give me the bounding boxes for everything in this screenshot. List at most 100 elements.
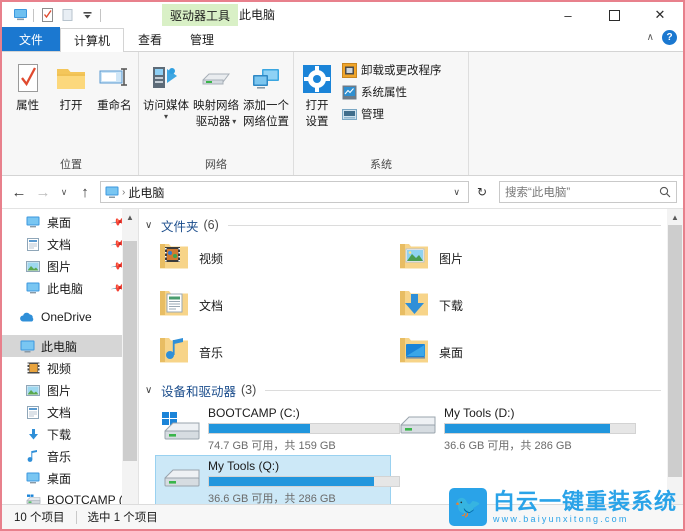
tab-computer[interactable]: 计算机 [60, 28, 125, 52]
nav-scroll-track[interactable] [122, 225, 138, 508]
list-item[interactable]: 下载 [397, 282, 637, 329]
group-title-folders: 文件夹 [161, 219, 199, 234]
sidebar-item-pictures-quick[interactable]: 图片 📌 [2, 255, 138, 277]
capacity-bar-fill [209, 477, 375, 486]
file-list-inner: ∨ 文件夹 (6) 视频 图片 文档 下载 音乐 桌面 ∨ 设备和驱动器 (3)… [139, 209, 683, 508]
list-item[interactable]: 音乐 [157, 329, 397, 376]
ribbon-group-network: 访问媒体 ▾ 映射网络 驱动器 ▾ 添加一个 网络位置 网络 [139, 52, 294, 175]
file-list-scrollbar[interactable]: ▲ ▼ [667, 209, 683, 524]
chevron-down-icon[interactable]: ∨ [145, 385, 156, 396]
nav-pane-scrollbar[interactable]: ▲ ▼ [122, 209, 138, 524]
search-input[interactable]: 搜索“此电脑” [505, 184, 659, 200]
ribbon-empty-space [469, 52, 683, 175]
access-media-button[interactable]: 访问媒体 ▾ [141, 57, 191, 121]
sidebar-item-this-pc[interactable]: 此电脑 [2, 335, 138, 357]
ribbon-group-network-label: 网络 [205, 159, 227, 171]
sidebar-item-label: 图片 [47, 259, 72, 274]
maximize-button[interactable] [591, 2, 637, 28]
add-network-location-button[interactable]: 添加一个 网络位置 [241, 57, 291, 129]
open-folder-icon [55, 61, 87, 97]
drive-free-space: 36.6 GB 可用，共 286 GB [444, 440, 572, 452]
properties-button[interactable]: 属性 [6, 57, 49, 113]
sidebar-item-label: 图片 [47, 383, 72, 398]
list-item[interactable]: BOOTCAMP (C:) 74.7 GB 可用，共 159 GB [155, 402, 400, 455]
breadcrumb-dropdown-icon[interactable]: ∨ [449, 187, 464, 198]
tab-manage[interactable]: 管理 [176, 27, 228, 51]
uninstall-program-button[interactable]: 卸载或更改程序 [338, 59, 446, 81]
nav-scroll-up-icon[interactable]: ▲ [122, 209, 138, 225]
back-button[interactable]: ← [8, 180, 30, 204]
file-list-view[interactable]: ∨ 文件夹 (6) 视频 图片 文档 下载 音乐 桌面 ∨ 设备和驱动器 (3)… [138, 209, 683, 524]
list-item[interactable]: My Tools (Q:) 36.6 GB 可用，共 286 GB [155, 455, 400, 508]
sidebar-item-desktop-quick[interactable]: 桌面 📌 [2, 211, 138, 233]
this-pc-icon[interactable] [10, 5, 30, 25]
rename-button[interactable]: 重命名 [93, 57, 136, 113]
rename-icon [98, 61, 130, 97]
list-scroll-thumb[interactable] [668, 225, 682, 477]
group-header-folders[interactable]: ∨ 文件夹 (6) [145, 215, 683, 235]
list-scroll-track[interactable] [667, 225, 683, 508]
group-header-drives[interactable]: ∨ 设备和驱动器 (3) [145, 380, 683, 400]
folder-music-icon [157, 334, 191, 371]
refresh-button[interactable]: ↻ [471, 181, 493, 203]
list-item[interactable]: 图片 [397, 235, 637, 282]
breadcrumb[interactable]: › 此电脑 ∨ [100, 181, 469, 203]
group-divider-line [227, 224, 661, 226]
map-network-drive-caret-icon[interactable]: ▾ [232, 118, 236, 126]
folder-videos-icon [157, 240, 191, 277]
list-item-label: 下载 [439, 299, 464, 313]
map-network-drive-label2: 驱动器 [195, 116, 231, 128]
system-properties-label: 系统属性 [361, 87, 407, 99]
uninstall-program-icon [342, 62, 357, 78]
breadcrumb-separator: › [122, 186, 126, 198]
window-title: 此电脑 [239, 8, 276, 22]
breadcrumb-current[interactable]: 此电脑 [128, 184, 164, 201]
system-properties-button[interactable]: 系统属性 [338, 81, 446, 103]
add-network-location-label: 添加一个 [243, 100, 289, 112]
search-box[interactable]: 搜索“此电脑” [499, 181, 677, 203]
sidebar-item-documents-quick[interactable]: 文档 📌 [2, 233, 138, 255]
group-count-drives: (3) [241, 383, 257, 397]
forward-button[interactable]: → [32, 180, 54, 204]
nav-gap-2 [2, 328, 138, 335]
sidebar-item-onedrive[interactable]: OneDrive [2, 306, 138, 328]
status-selection: 选中 1 个项目 [87, 512, 158, 524]
sidebar-item-label: 音乐 [47, 449, 72, 464]
list-scroll-up-icon[interactable]: ▲ [667, 209, 683, 225]
nav-scroll-thumb[interactable] [123, 241, 137, 461]
help-icon[interactable]: ? [662, 30, 677, 45]
collapse-ribbon-icon[interactable]: ∧ [647, 32, 654, 43]
sidebar-item-music[interactable]: 音乐 [2, 445, 138, 467]
tab-file[interactable]: 文件 [2, 27, 61, 51]
uninstall-program-label: 卸载或更改程序 [361, 65, 442, 77]
sidebar-item-desktop[interactable]: 桌面 [2, 467, 138, 489]
minimize-button[interactable]: – [545, 2, 591, 28]
up-button[interactable]: ↑ [74, 180, 96, 204]
list-item[interactable]: 视频 [157, 235, 397, 282]
access-media-caret-icon[interactable]: ▾ [164, 113, 168, 121]
ribbon-tab-strip: 文件 计算机 查看 管理 ∧ ? [2, 27, 683, 52]
new-folder-icon[interactable] [57, 5, 77, 25]
sidebar-item-this-pc-quick[interactable]: 此电脑 📌 [2, 277, 138, 299]
sidebar-item-videos[interactable]: 视频 [2, 357, 138, 379]
list-item[interactable]: 文档 [157, 282, 397, 329]
list-item[interactable]: My Tools (D:) 36.6 GB 可用，共 286 GB [391, 402, 636, 455]
customize-dropdown-icon[interactable] [77, 5, 97, 25]
properties-icon[interactable] [37, 5, 57, 25]
nav-gap-1 [2, 299, 138, 306]
desktop-icon [24, 214, 42, 230]
sidebar-item-pictures[interactable]: 图片 [2, 379, 138, 401]
sidebar-item-downloads[interactable]: 下载 [2, 423, 138, 445]
open-button[interactable]: 打开 [49, 57, 92, 113]
manage-computer-button[interactable]: 管理 [338, 103, 446, 125]
drive-name: BOOTCAMP (C:) [208, 406, 300, 420]
open-settings-button[interactable]: 打开 设置 [296, 57, 338, 129]
map-network-drive-button[interactable]: 映射网络 驱动器 ▾ [191, 57, 241, 129]
sidebar-item-documents[interactable]: 文档 [2, 401, 138, 423]
chevron-down-icon[interactable]: ∨ [145, 220, 156, 231]
recent-locations-button[interactable]: ∨ [56, 180, 72, 204]
list-item[interactable]: 桌面 [397, 329, 637, 376]
close-button[interactable]: ✕ [637, 2, 683, 28]
tab-view[interactable]: 查看 [124, 27, 176, 51]
rename-label: 重命名 [97, 100, 132, 112]
